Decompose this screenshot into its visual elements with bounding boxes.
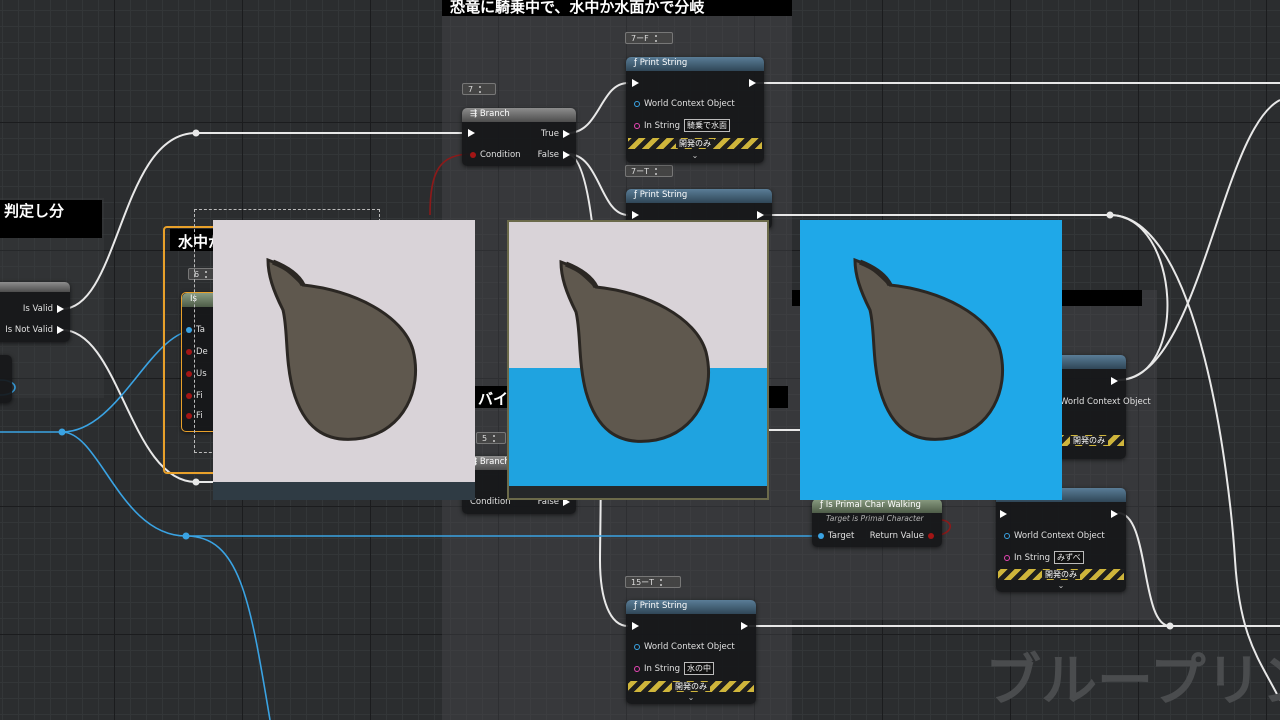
reroute-node[interactable]: 15ーT	[625, 576, 681, 588]
condition-pin[interactable]: Condition	[470, 497, 511, 507]
walking-node-subtitle: Target is Primal Character	[826, 514, 924, 523]
print-string-node[interactable]: ƒ Print String World Context Object In S…	[626, 57, 764, 163]
return-value-pin[interactable]: Return Value	[870, 531, 934, 541]
print-string-header: ƒ Print String	[626, 600, 756, 614]
exec-out-pin[interactable]	[757, 211, 764, 219]
print-string-header: ƒ Print String	[626, 57, 764, 71]
false-pin[interactable]: False	[538, 150, 570, 160]
print-string-header: ƒ Print String	[626, 189, 772, 203]
is-valid-pin[interactable]: Is Valid	[23, 304, 64, 314]
object-wire	[185, 535, 271, 720]
reroute-node[interactable]: 7ーF	[625, 32, 673, 44]
branch-icon: ⇶	[470, 109, 480, 119]
print-string-node[interactable]: World Context Object In String みずべ 開発のみ ⌄	[996, 488, 1126, 592]
reroute-node[interactable]: 5	[476, 432, 506, 444]
in-string-pin[interactable]: In String 水の中	[634, 662, 714, 675]
world-context-pin[interactable]: World Context Object	[1004, 531, 1105, 541]
development-only-banner: 開発のみ	[998, 569, 1124, 580]
bag-icon	[509, 259, 767, 498]
walking-node-header: ƒ Is Primal Char Walking	[812, 499, 942, 513]
true-pin[interactable]: True	[541, 129, 570, 139]
exec-in-pin[interactable]	[632, 211, 639, 219]
world-context-pin[interactable]: World Context Object	[634, 99, 735, 109]
in-string-input[interactable]: 水の中	[683, 662, 714, 675]
exec-in-pin[interactable]	[632, 79, 639, 87]
exec-wire	[567, 82, 629, 134]
exec-out-pin[interactable]	[1111, 377, 1118, 385]
bag-thumbnail-plain	[213, 220, 475, 500]
world-context-pin[interactable]: World Context Object	[1060, 397, 1151, 407]
exec-out-pin[interactable]	[749, 79, 756, 87]
in-string-input[interactable]: 騎乗で水面	[683, 119, 730, 132]
in-string-input[interactable]: みずべ	[1053, 551, 1084, 564]
in-string-pin[interactable]: In String 騎乗で水面	[634, 119, 730, 132]
exec-out-icon	[57, 305, 64, 313]
target-pin[interactable]: Target	[818, 531, 854, 541]
expand-chevron-icon[interactable]: ⌄	[692, 151, 699, 160]
world-context-pin[interactable]: World Context Object	[634, 642, 735, 652]
blueprint-watermark: ブループリン	[985, 649, 1280, 714]
bag-thumbnail-water-surface	[507, 220, 769, 500]
exec-in-pin[interactable]	[468, 129, 475, 137]
branch-node-top[interactable]: ⇶ Branch True Condition False	[462, 108, 576, 166]
exec-out-pin[interactable]	[1111, 510, 1118, 518]
development-only-banner: 開発のみ	[628, 681, 754, 692]
development-only-banner: 開発のみ	[1054, 435, 1124, 446]
reroute-node[interactable]: 7ーT	[625, 165, 673, 177]
branch-header: ⇶ Branch	[462, 108, 576, 122]
bag-icon	[213, 257, 475, 500]
bag-thumbnail-underwater	[800, 220, 1062, 500]
bag-icon	[853, 257, 1005, 441]
exec-wire	[1117, 512, 1280, 627]
is-not-valid-pin[interactable]: Is Not Valid	[5, 325, 64, 335]
condition-pin[interactable]: Condition	[470, 150, 521, 160]
print-string-node[interactable]: ƒ Print String World Context Object In S…	[626, 600, 756, 704]
print-string-node[interactable]: World Context Object 開発のみ	[1052, 355, 1151, 459]
exec-in-pin[interactable]	[1000, 510, 1007, 518]
development-only-banner: 開発のみ	[628, 138, 762, 149]
exec-wire	[567, 153, 629, 216]
is-primal-char-walking-node[interactable]: ƒ Is Primal Char Walking Target is Prima…	[812, 499, 942, 547]
reroute-node[interactable]: 7	[462, 83, 496, 95]
in-string-pin[interactable]: In String みずべ	[1004, 551, 1084, 564]
exec-out-icon	[57, 326, 64, 334]
print-string-header	[1052, 355, 1126, 369]
exec-in-pin[interactable]	[632, 622, 639, 630]
left-small-node[interactable]	[0, 355, 12, 403]
is-valid-header	[0, 282, 70, 292]
expand-chevron-icon[interactable]: ⌄	[688, 693, 695, 702]
expand-chevron-icon[interactable]: ⌄	[1058, 581, 1065, 590]
is-valid-node[interactable]: Is Valid Is Not Valid	[0, 282, 70, 342]
exec-out-pin[interactable]	[741, 622, 748, 630]
